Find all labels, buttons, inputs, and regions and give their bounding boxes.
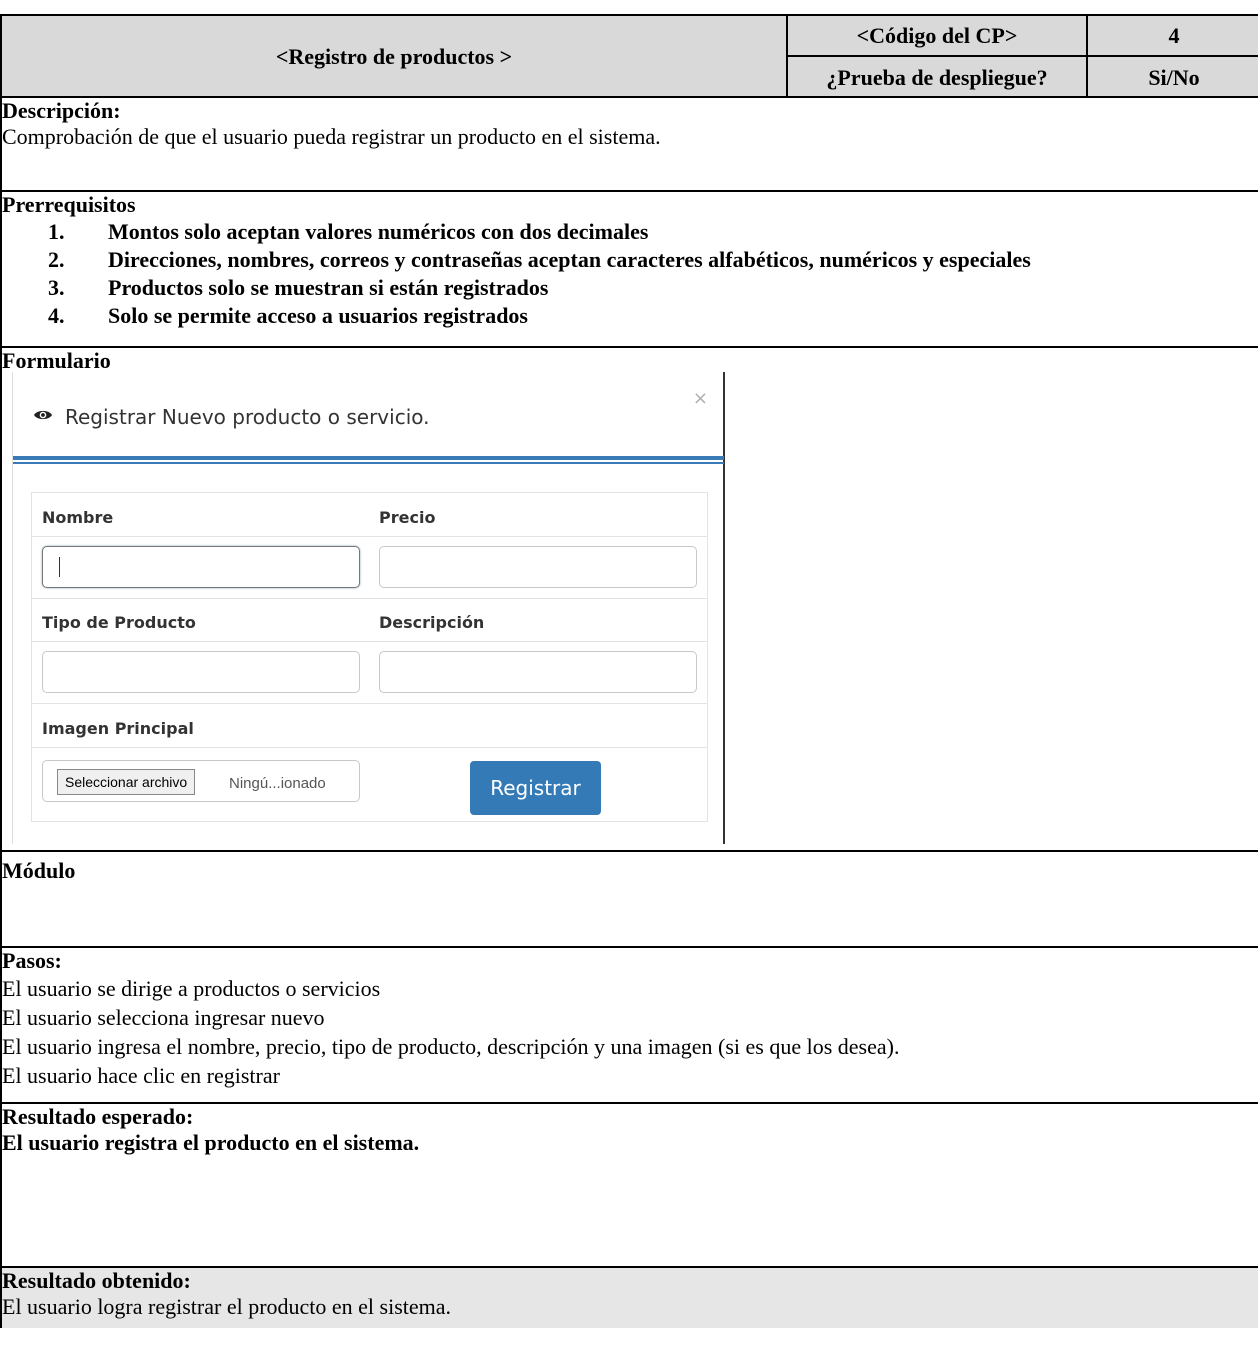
steps-section: Pasos: El usuario se dirige a productos … xyxy=(2,948,1258,1104)
expected-result-text: El usuario registra el producto en el si… xyxy=(2,1130,420,1155)
test-case-title: <Registro de productos > xyxy=(2,16,788,98)
description-section: Descripción: Comprobación de que el usua… xyxy=(2,98,1258,192)
step-item: El usuario ingresa el nombre, precio, ti… xyxy=(2,1034,900,1059)
modal-title: Registrar Nuevo producto o servicio. xyxy=(65,405,430,429)
input-row xyxy=(32,537,707,599)
obtained-result-label: Resultado obtenido: xyxy=(2,1268,191,1293)
form-label: Formulario xyxy=(2,348,111,373)
item-number: 3. xyxy=(48,275,65,300)
list-item: 1. Montos solo aceptan valores numéricos … xyxy=(48,218,1258,246)
input-row xyxy=(32,642,707,704)
item-text: Montos solo aceptan valores numéricos co… xyxy=(108,219,649,244)
item-text: Direcciones, nombres, correos y contrase… xyxy=(108,247,1031,272)
prerequisites-label: Prerrequisitos xyxy=(2,192,136,217)
precio-input[interactable] xyxy=(379,546,697,588)
register-button[interactable]: Registrar xyxy=(470,761,601,815)
item-number: 4. xyxy=(48,303,65,328)
label-row: Nombre Precio xyxy=(32,493,707,537)
header-divider xyxy=(13,456,724,460)
code-label: <Código del CP> xyxy=(788,16,1088,57)
input-row: Seleccionar archivo Ningú...ionado Regis… xyxy=(32,748,707,821)
step-item: El usuario hace clic en registrar xyxy=(2,1063,280,1088)
list-item: 4. Solo se permite acceso a usuarios regi… xyxy=(48,302,1258,330)
modal-header: Registrar Nuevo producto o servicio. × xyxy=(13,372,724,464)
item-number: 1. xyxy=(48,219,65,244)
deploy-label: ¿Prueba de despliegue? xyxy=(788,57,1088,98)
label-row: Imagen Principal xyxy=(32,704,707,748)
tipo-producto-input[interactable] xyxy=(42,651,360,693)
tipo-producto-label: Tipo de Producto xyxy=(42,613,196,632)
item-number: 2. xyxy=(48,247,65,272)
prerequisites-section: Prerrequisitos 1. Montos solo aceptan val… xyxy=(2,192,1258,348)
form-grid: Nombre Precio Tipo de Producto Descripci… xyxy=(31,492,708,822)
test-case-document: <Registro de productos > <Código del CP>… xyxy=(0,14,1258,1328)
expected-result-label: Resultado esperado: xyxy=(2,1104,194,1129)
obtained-result-section: Resultado obtenido: El usuario logra reg… xyxy=(2,1268,1258,1328)
form-screenshot: Registrar Nuevo producto o servicio. × N… xyxy=(12,372,725,844)
descripcion-label: Descripción xyxy=(379,613,485,632)
item-text: Solo se permite acceso a usuarios regist… xyxy=(108,303,528,328)
description-label: Descripción: xyxy=(2,98,121,123)
imagen-label: Imagen Principal xyxy=(42,719,194,738)
description-text: Comprobación de que el usuario pueda reg… xyxy=(2,124,661,149)
expected-result-section: Resultado esperado: El usuario registra … xyxy=(2,1104,1258,1268)
steps-label: Pasos: xyxy=(2,948,62,973)
descripcion-input[interactable] xyxy=(379,651,697,693)
file-input[interactable]: Seleccionar archivo Ningú...ionado xyxy=(42,760,360,802)
precio-label: Precio xyxy=(379,508,436,527)
text-caret xyxy=(59,557,60,577)
list-item: 2. Direcciones, nombres, correos y contra… xyxy=(48,246,1258,274)
step-item: El usuario selecciona ingresar nuevo xyxy=(2,1005,325,1030)
module-label: Módulo xyxy=(2,858,76,883)
header-divider-thin xyxy=(13,462,724,464)
step-item: El usuario se dirige a productos o servi… xyxy=(2,976,381,1001)
nombre-input[interactable] xyxy=(42,546,360,588)
eye-icon xyxy=(34,410,52,420)
select-file-button[interactable]: Seleccionar archivo xyxy=(57,769,196,795)
form-section: Formulario Registrar Nuevo producto o se… xyxy=(2,348,1258,852)
prerequisites-list: 1. Montos solo aceptan valores numéricos … xyxy=(48,218,1258,330)
nombre-label: Nombre xyxy=(42,508,114,527)
header-table: <Registro de productos > <Código del CP>… xyxy=(2,14,1258,98)
module-section: Módulo xyxy=(2,852,1258,948)
file-status: Ningú...ionado xyxy=(229,775,326,792)
obtained-result-text: El usuario logra registrar el producto e… xyxy=(2,1294,452,1319)
code-value: 4 xyxy=(1088,16,1258,57)
deploy-value: Si/No xyxy=(1148,64,1200,90)
label-row: Tipo de Producto Descripción xyxy=(32,599,707,642)
close-icon[interactable]: × xyxy=(693,386,708,412)
list-item: 3. Productos solo se muestran si están re… xyxy=(48,274,1258,302)
item-text: Productos solo se muestran si están regi… xyxy=(108,275,549,300)
